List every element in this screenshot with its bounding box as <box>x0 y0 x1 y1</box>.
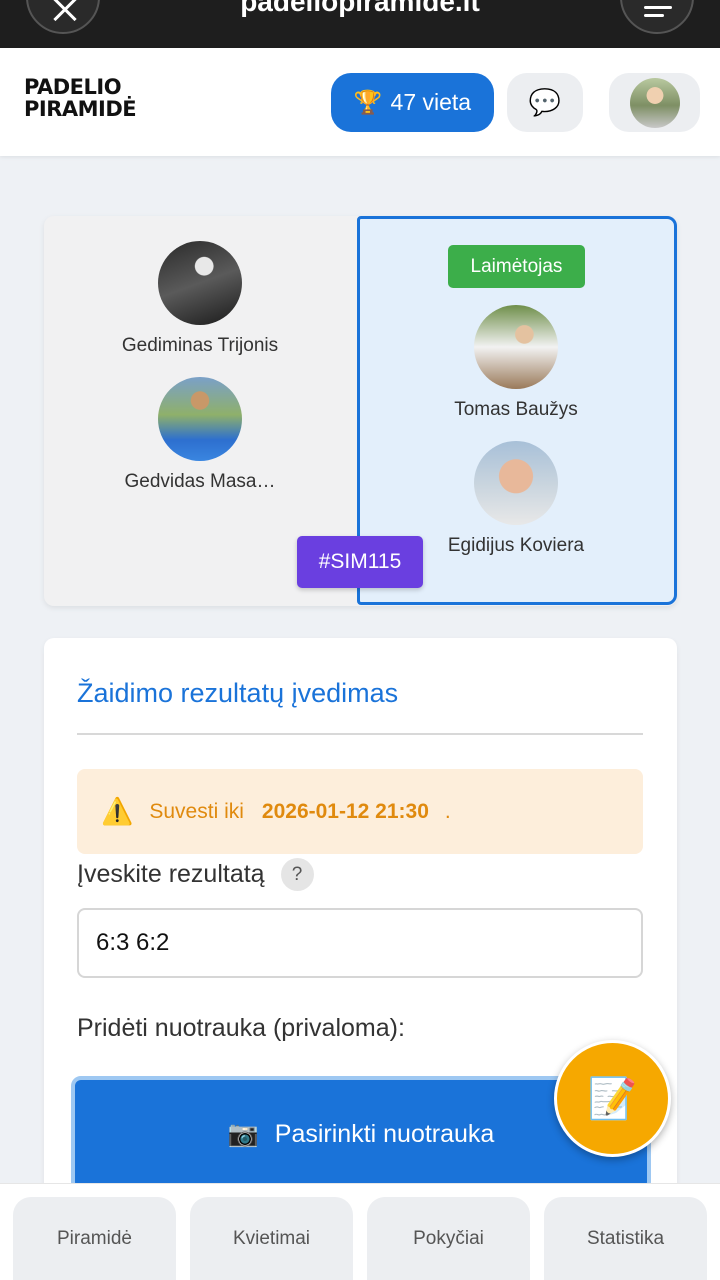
score-input[interactable] <box>77 908 643 978</box>
photo-label: Pridėti nuotrauka (privaloma): <box>77 1014 405 1042</box>
match-id-badge: #SIM115 <box>297 536 423 588</box>
nav-tab-statistika[interactable]: Statistika <box>544 1197 707 1280</box>
bottom-nav: Piramidė Kvietimai Pokyčiai Statistika <box>0 1183 720 1280</box>
divider <box>77 733 643 735</box>
section-title: Žaidimo rezultatų įvedimas <box>77 678 399 708</box>
browser-toolbar: padeliopiramide.lt <box>0 0 720 48</box>
close-icon[interactable] <box>26 0 100 34</box>
rank-button[interactable]: 🏆 47 vieta <box>331 73 494 132</box>
rank-label: 47 vieta <box>390 89 472 115</box>
speech-bubble-icon: 💬 <box>528 87 562 117</box>
nav-tab-piramide[interactable]: Piramidė <box>13 1197 176 1280</box>
logo[interactable]: PADELIO PIRAMIDĖ <box>24 75 137 121</box>
player-right-2[interactable]: Egidijus Koviera <box>406 441 626 557</box>
deadline-notice: ⚠️ Suvesti iki 2026-01-12 21:30 . <box>77 769 643 854</box>
browser-url[interactable]: padeliopiramide.lt <box>160 0 560 18</box>
player-name: Tomas Baužys <box>454 399 578 420</box>
deadline-prefix: Suvesti iki <box>149 799 244 823</box>
nav-tab-pokyciai[interactable]: Pokyčiai <box>367 1197 530 1280</box>
menu-icon[interactable] <box>620 0 694 34</box>
player-right-1[interactable]: Tomas Baužys <box>406 305 626 421</box>
winner-badge: Laimėtojas <box>448 245 585 288</box>
logo-line-1: PADELIO <box>24 75 122 99</box>
choose-photo-label: Pasirinkti nuotrauka <box>274 1120 495 1148</box>
player-avatar <box>158 241 242 325</box>
nav-tab-kvietimai[interactable]: Kvietimai <box>190 1197 353 1280</box>
warning-icon: ⚠️ <box>101 796 134 826</box>
camera-icon: 📷 <box>227 1120 259 1148</box>
player-left-2[interactable]: Gedvidas Masa… <box>90 377 310 493</box>
player-avatar <box>158 377 242 461</box>
trophy-icon: 🏆 <box>353 89 383 115</box>
player-name: Gedvidas Masa… <box>124 471 276 492</box>
deadline-date: 2026-01-12 21:30 <box>261 799 429 823</box>
player-left-1[interactable]: Gediminas Trijonis <box>90 241 310 357</box>
notes-fab-button[interactable]: 📝 <box>554 1040 671 1157</box>
score-label-text: Įveskite rezultatą <box>77 860 265 888</box>
app-header: PADELIO PIRAMIDĖ 🏆 47 vieta 💬 <box>0 48 720 156</box>
player-name: Gediminas Trijonis <box>121 335 279 356</box>
deadline-suffix: . <box>444 799 451 823</box>
score-input-label: Įveskite rezultatą ? <box>77 858 314 891</box>
chat-button[interactable]: 💬 <box>507 73 583 132</box>
player-name: Egidijus Koviera <box>447 535 585 556</box>
help-icon[interactable]: ? <box>280 858 314 891</box>
player-avatar <box>474 305 558 389</box>
logo-line-2: PIRAMIDĖ <box>24 97 137 121</box>
profile-button[interactable] <box>609 73 700 132</box>
player-avatar <box>474 441 558 525</box>
avatar <box>629 77 680 128</box>
memo-icon: 📝 <box>587 1077 638 1121</box>
